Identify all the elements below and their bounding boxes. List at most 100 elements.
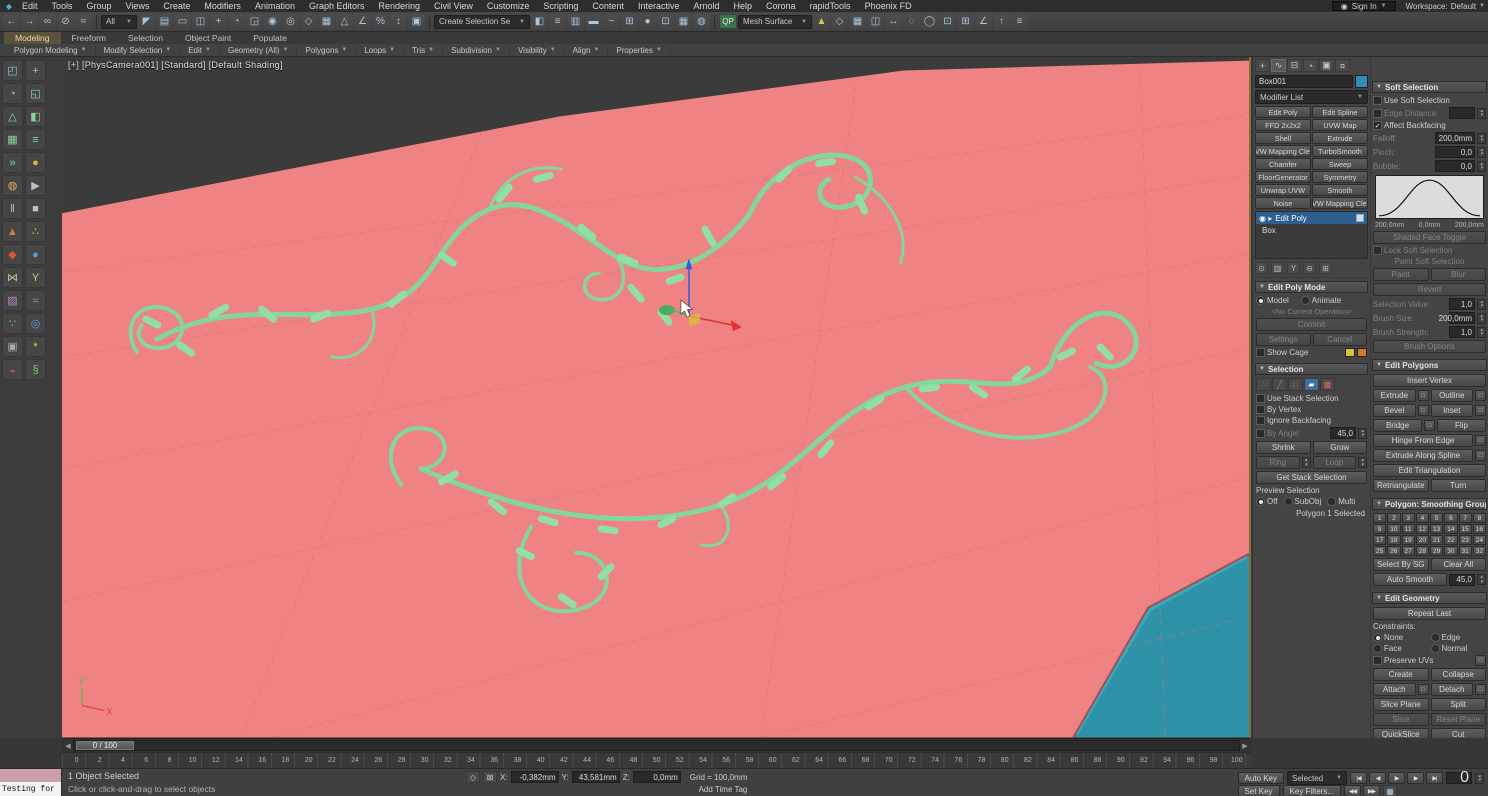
smoothing-group-button[interactable]: 4 xyxy=(1416,513,1429,523)
command-panel-tab[interactable]: ¤ xyxy=(1335,59,1350,72)
shaded-face-toggle-button[interactable]: Shaded Face Toggle xyxy=(1373,231,1486,244)
ribbon-tool-group[interactable]: Properties▼ xyxy=(608,46,670,55)
brush-strength-spinner[interactable]: 1,0 xyxy=(1449,326,1475,338)
left-toolbar-icon[interactable]: ▣ xyxy=(2,336,23,357)
modifier-preset-button[interactable]: Edit Spline xyxy=(1312,106,1368,118)
smoothing-group-button[interactable]: 20 xyxy=(1416,535,1429,545)
ribbon-tool-group[interactable]: Geometry (All)▼ xyxy=(220,46,298,55)
clear-all-button[interactable]: Clear All xyxy=(1431,558,1487,571)
slice-plane-button[interactable]: Slice Plane xyxy=(1373,698,1429,711)
collapse-button[interactable]: Collapse xyxy=(1431,668,1487,681)
smoothing-group-button[interactable]: 19 xyxy=(1402,535,1415,545)
loop-button[interactable]: Loop xyxy=(1313,456,1357,469)
left-toolbar-icon[interactable]: ◧ xyxy=(25,106,46,127)
command-panel-tab[interactable]: ◔ xyxy=(1303,59,1318,72)
smoothing-group-button[interactable]: 23 xyxy=(1459,535,1472,545)
split-button[interactable]: Split xyxy=(1431,698,1487,711)
modifier-preset-button[interactable]: UVW Mapping Clear xyxy=(1255,145,1311,157)
by-angle-spinner[interactable]: 45,0 xyxy=(1330,427,1356,439)
commit-button[interactable]: Commit xyxy=(1256,318,1367,331)
retriangulate-button[interactable]: Retriangulate xyxy=(1373,479,1429,492)
smoothing-group-button[interactable]: 30 xyxy=(1444,546,1457,556)
menu-item[interactable]: Group xyxy=(80,1,119,11)
smoothing-group-button[interactable]: 7 xyxy=(1459,513,1472,523)
selection-value-spinner[interactable]: 1,0 xyxy=(1449,298,1475,310)
modifier-active-toggle[interactable] xyxy=(1356,214,1364,222)
use-soft-selection-checkbox[interactable] xyxy=(1373,96,1382,105)
toolbar-icon[interactable]: ▤ xyxy=(156,14,173,30)
show-cage-checkbox[interactable] xyxy=(1256,348,1265,357)
subobject-level-icon[interactable]: ╱ xyxy=(1272,378,1287,391)
menu-item[interactable]: Corona xyxy=(759,1,803,11)
toolbar-icon[interactable]: ⊞ xyxy=(957,14,974,30)
toolbar-icon[interactable]: ↔ xyxy=(885,14,902,30)
menu-item[interactable]: Modifiers xyxy=(197,1,248,11)
outline-settings-icon[interactable]: □ xyxy=(1475,390,1486,401)
auto-smooth-spinner[interactable]: 45,0 xyxy=(1449,574,1475,586)
menu-item[interactable]: Views xyxy=(119,1,157,11)
menu-item[interactable]: Phoenix FD xyxy=(858,1,919,11)
bevel-settings-icon[interactable]: □ xyxy=(1418,405,1429,416)
transport-button[interactable]: ▶| xyxy=(1426,772,1443,784)
smoothing-group-button[interactable]: 24 xyxy=(1473,535,1486,545)
cage-selected-color-swatch[interactable] xyxy=(1357,348,1367,357)
smoothing-group-button[interactable]: 16 xyxy=(1473,524,1486,534)
toolbar-icon[interactable]: ◉ xyxy=(264,14,281,30)
ring-button[interactable]: Ring xyxy=(1256,456,1300,469)
ribbon-tab[interactable]: Freeform xyxy=(61,32,117,44)
left-toolbar-icon[interactable]: ∴ xyxy=(25,221,46,242)
ribbon-tab[interactable]: Modeling xyxy=(4,32,61,44)
bridge-button[interactable]: Bridge xyxy=(1373,419,1422,432)
extrude-settings-icon[interactable]: □ xyxy=(1418,390,1429,401)
modifier-stack-row[interactable]: Box xyxy=(1256,224,1367,236)
smoothing-group-button[interactable]: 28 xyxy=(1416,546,1429,556)
command-panel-tab[interactable]: ▣ xyxy=(1319,59,1334,72)
menu-item[interactable]: Create xyxy=(156,1,197,11)
z-coordinate-field[interactable]: 0,0mm xyxy=(633,771,681,783)
constraint-normal-radio[interactable] xyxy=(1431,644,1440,653)
current-frame-field[interactable]: 0 xyxy=(1446,772,1472,784)
subobject-level-icon[interactable]: ▰ xyxy=(1304,378,1319,391)
smoothing-group-button[interactable]: 6 xyxy=(1444,513,1457,523)
workspace-selector[interactable]: Workspace: Default ▼ xyxy=(1406,2,1485,11)
modifier-preset-button[interactable]: Sweep xyxy=(1312,158,1368,170)
modifier-preset-button[interactable]: TurboSmooth xyxy=(1312,145,1368,157)
modifier-preset-button[interactable]: Noise xyxy=(1255,197,1311,209)
toolbar-icon[interactable]: ∠ xyxy=(975,14,992,30)
quickslice-button[interactable]: QuickSlice xyxy=(1373,728,1429,738)
rollout-header[interactable]: ▼Edit Geometry xyxy=(1372,592,1487,604)
modifier-preset-button[interactable]: Smooth xyxy=(1312,184,1368,196)
ribbon-tool-group[interactable]: Loops▼ xyxy=(356,46,404,55)
ribbon-tool-group[interactable]: Modify Selection▼ xyxy=(96,46,181,55)
outline-button[interactable]: Outline xyxy=(1431,389,1474,402)
selection-set-key-dropdown[interactable]: Selected▼ xyxy=(1287,771,1347,785)
stack-tool-icon[interactable]: ▥ xyxy=(1271,262,1284,274)
insert-vertex-button[interactable]: Insert Vertex xyxy=(1373,374,1486,387)
by-vertex-checkbox[interactable] xyxy=(1256,405,1265,414)
revert-button[interactable]: Revert xyxy=(1373,283,1486,296)
left-toolbar-icon[interactable]: ◔ xyxy=(2,83,23,104)
command-panel-tab[interactable]: ⊟ xyxy=(1287,59,1302,72)
menu-item[interactable]: Content xyxy=(585,1,631,11)
smoothing-group-button[interactable]: 10 xyxy=(1387,524,1400,534)
menu-item[interactable]: Civil View xyxy=(427,1,480,11)
left-toolbar-icon[interactable]: ‖ xyxy=(2,198,23,219)
smoothing-group-button[interactable]: 2 xyxy=(1387,513,1400,523)
smoothing-group-button[interactable]: 31 xyxy=(1459,546,1472,556)
loop-spinner[interactable]: ▴▾ xyxy=(1358,457,1367,468)
smoothing-group-button[interactable]: 27 xyxy=(1402,546,1415,556)
left-toolbar-icon[interactable]: ◱ xyxy=(25,83,46,104)
toolbar-icon[interactable]: ▦ xyxy=(849,14,866,30)
smoothing-group-button[interactable]: 25 xyxy=(1373,546,1386,556)
toolbar-icon[interactable]: ∠ xyxy=(354,14,371,30)
sign-in-button[interactable]: ◉ Sign In ▼ xyxy=(1332,1,1396,11)
menu-item[interactable]: Tools xyxy=(45,1,80,11)
paint-button[interactable]: Paint xyxy=(1373,268,1429,281)
menu-item[interactable]: Graph Editors xyxy=(302,1,372,11)
bevel-button[interactable]: Bevel xyxy=(1373,404,1416,417)
smoothing-group-button[interactable]: 12 xyxy=(1416,524,1429,534)
menu-item[interactable]: Scripting xyxy=(536,1,585,11)
ribbon-tool-group[interactable]: Edit▼ xyxy=(180,46,220,55)
toolbar-icon[interactable]: ◫ xyxy=(867,14,884,30)
pinch-spinner[interactable]: 0,0 xyxy=(1435,146,1475,158)
